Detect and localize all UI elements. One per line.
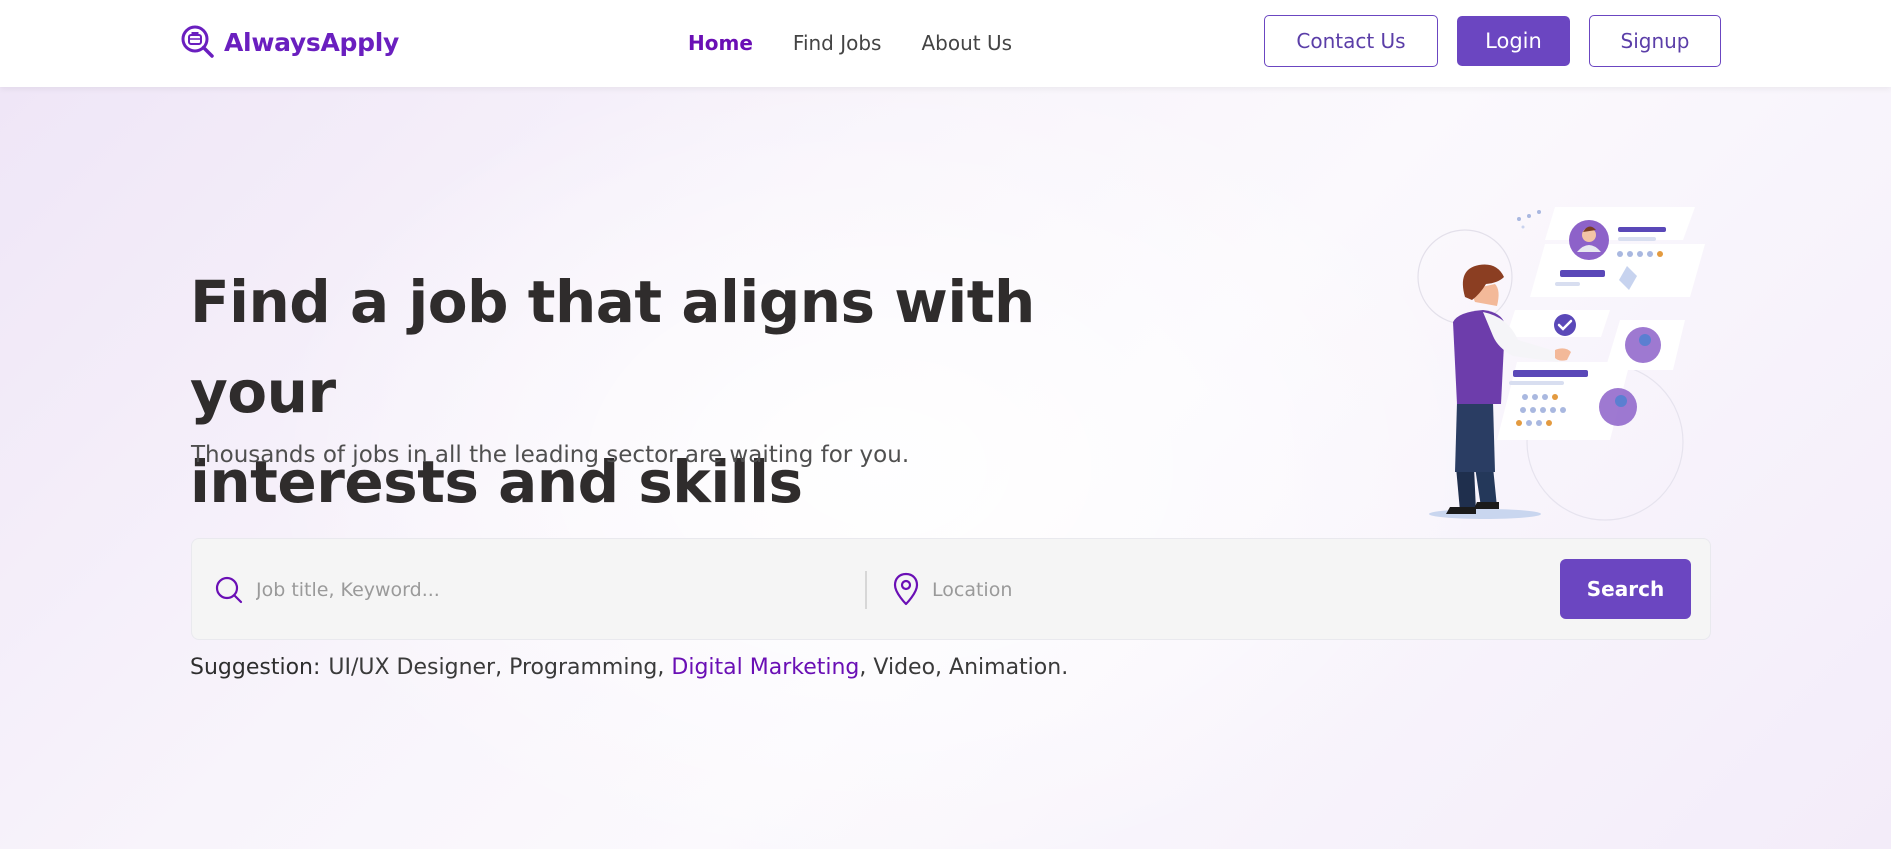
location-search-input[interactable] — [932, 567, 1492, 613]
suggestion-digital-marketing[interactable]: Digital Marketing — [671, 655, 859, 680]
keyword-search-input[interactable] — [256, 567, 816, 613]
nav-link-about-us[interactable]: About Us — [921, 31, 1012, 55]
suggestions-end: . — [1061, 655, 1069, 680]
brand-logo-link[interactable]: AlwaysApply — [180, 22, 399, 62]
suggestion-video[interactable]: Video — [873, 655, 935, 680]
main-nav: Home Find Jobs About Us — [688, 26, 1012, 60]
briefcase-magnifier-icon — [181, 25, 214, 58]
avatar-circle — [1599, 388, 1637, 426]
person-browsing-profiles-illustration — [1417, 207, 1705, 521]
search-button[interactable]: Search — [1560, 559, 1691, 619]
suggestion-animation[interactable]: Animation — [949, 655, 1061, 680]
profile-card — [1530, 244, 1705, 297]
hero-subtitle: Thousands of jobs in all the leading sec… — [191, 442, 910, 468]
signup-button[interactable]: Signup — [1589, 15, 1721, 67]
nav-link-find-jobs[interactable]: Find Jobs — [793, 31, 882, 55]
search-suggestions: Suggestion: UI/UX Designer, Programming,… — [190, 655, 1069, 680]
nav-link-home[interactable]: Home — [688, 31, 753, 55]
suggestion-ui-ux-designer[interactable]: UI/UX Designer — [328, 655, 495, 680]
profile-card — [1545, 207, 1695, 240]
search-divider — [865, 571, 867, 609]
map-pin-icon — [893, 572, 919, 606]
suggestion-programming[interactable]: Programming — [509, 655, 657, 680]
top-navbar: AlwaysApply Home Find Jobs About Us Cont… — [0, 0, 1891, 87]
person-shadow — [1429, 509, 1541, 519]
search-icon — [215, 576, 243, 604]
hero-title-line-1: Find a job that aligns with your — [190, 268, 1035, 426]
check-badge-icon — [1554, 314, 1576, 336]
hero-title: Find a job that aligns with your interes… — [190, 257, 1190, 527]
contact-us-button[interactable]: Contact Us — [1264, 15, 1438, 67]
job-search-bar: Search — [191, 538, 1711, 640]
suggestions-label: Suggestion: — [190, 655, 321, 680]
login-button[interactable]: Login — [1457, 16, 1570, 66]
hero-section: Find a job that aligns with your interes… — [0, 87, 1891, 849]
brand-name: AlwaysApply — [224, 27, 399, 57]
